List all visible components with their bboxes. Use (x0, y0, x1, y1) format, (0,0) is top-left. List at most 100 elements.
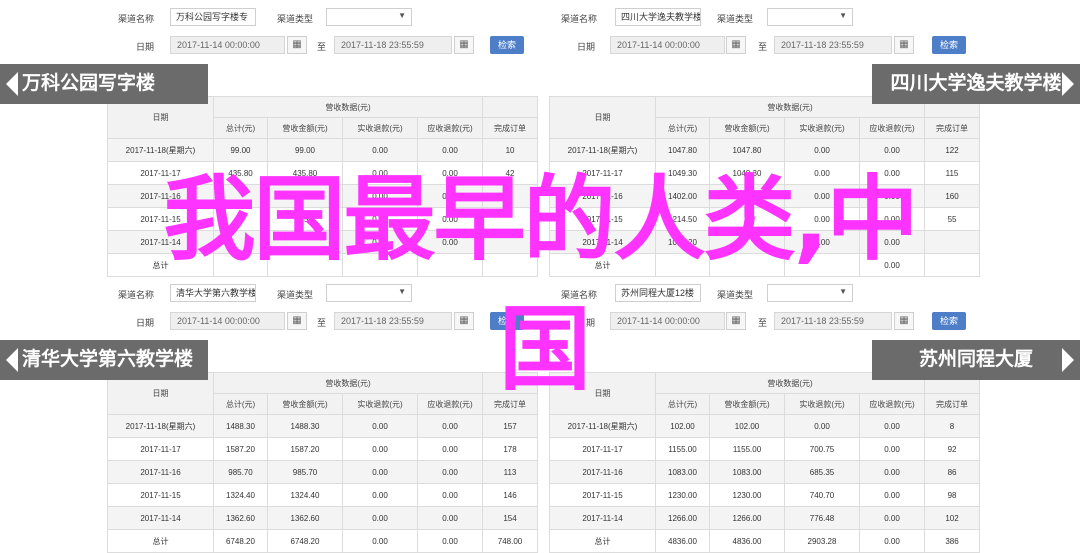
table-cell: 1047.80 (709, 138, 785, 162)
overlay-title-continued: 国 (498, 296, 591, 403)
date-to-input[interactable]: 2017-11-18 23:55:59 (334, 312, 452, 330)
table-cell: 总计 (549, 529, 656, 553)
calendar-icon[interactable]: ▦ (287, 312, 307, 330)
table-cell: 0.00 (342, 483, 418, 507)
arrow-right-icon (1062, 72, 1074, 96)
table-cell: 1230.00 (655, 483, 710, 507)
column-header-refund-amount: 实收退款(元) (342, 117, 418, 139)
date-label: 日期 (577, 42, 596, 52)
table-row: 2017-11-18(星期六) 1047.80 1047.80 0.00 0.00 122 (549, 138, 981, 162)
table-cell: 1047.80 (655, 138, 710, 162)
table-cell: 0.00 (342, 414, 418, 438)
column-header-orders: 完成订单 (482, 117, 539, 139)
table-cell: 1587.20 (213, 437, 268, 461)
table-cell: 102 (924, 506, 981, 530)
date-label: 日期 (136, 42, 155, 52)
arrow-left-icon (6, 72, 18, 96)
overlay-title: 我国最早的人类,中 (163, 166, 919, 273)
channel-name-label: 渠道名称 (561, 14, 598, 24)
calendar-icon[interactable]: ▦ (454, 36, 474, 54)
date-to-input[interactable]: 2017-11-18 23:55:59 (334, 36, 452, 54)
channel-type-label: 渠道类型 (277, 290, 314, 300)
date-to-input[interactable]: 2017-11-18 23:55:59 (774, 36, 892, 54)
table-cell: 2017-11-18(星期六) (107, 138, 214, 162)
table-cell: 2017-11-16 (549, 460, 656, 484)
channel-name-value: 万科公园写字楼专 (176, 12, 249, 22)
column-header-refund-receivable: 应收退款(元) (858, 393, 926, 415)
date-to-input[interactable]: 2017-11-18 23:55:59 (774, 312, 892, 330)
query-button[interactable]: 检索 (932, 312, 966, 330)
table-cell: 6748.20 (213, 529, 268, 553)
channel-name-input[interactable]: 苏州同程大厦12楼 (615, 284, 701, 302)
column-header-refund-amount: 实收退款(元) (784, 393, 860, 415)
channel-type-label: 渠道类型 (717, 14, 754, 24)
calendar-icon[interactable]: ▦ (726, 312, 746, 330)
channel-type-select[interactable]: ▼ (767, 8, 853, 26)
table-cell: 10 (482, 138, 539, 162)
table-cell: 985.70 (213, 460, 268, 484)
table-row: 2017-11-15 1230.00 1230.00 740.70 0.00 98 (549, 483, 981, 507)
column-header-total: 总计(元) (655, 117, 710, 139)
table-cell: 1266.00 (709, 506, 785, 530)
table-row: 2017-11-17 1155.00 1155.00 700.75 0.00 92 (549, 437, 981, 461)
calendar-icon[interactable]: ▦ (287, 36, 307, 54)
calendar-icon[interactable]: ▦ (894, 36, 914, 54)
chevron-down-icon: ▼ (398, 11, 406, 20)
column-header-refund-amount: 实收退款(元) (784, 117, 860, 139)
query-button[interactable]: 检索 (490, 36, 524, 54)
calendar-icon[interactable]: ▦ (894, 312, 914, 330)
calendar-icon[interactable]: ▦ (726, 36, 746, 54)
calendar-icon[interactable]: ▦ (454, 312, 474, 330)
table-cell: 2017-11-18(星期六) (107, 414, 214, 438)
section-banner-title: 四川大学逸夫教学楼 (890, 73, 1062, 94)
column-header-revenue-amount: 营收金额(元) (267, 393, 343, 415)
column-header-refund-receivable: 应收退款(元) (416, 393, 484, 415)
revenue-table: 日期 营收数据(元) 总计(元) 营收金额(元) 实收退款(元) 应收退款(元) 完成订单 2… (107, 372, 539, 553)
arrow-left-icon (6, 348, 18, 372)
table-cell: 0.00 (858, 414, 926, 438)
query-button[interactable]: 检索 (932, 36, 966, 54)
table-cell: 1155.00 (709, 437, 785, 461)
table-row: 2017-11-17 1587.20 1587.20 0.00 0.00 178 (107, 437, 539, 461)
column-header-refund-amount: 实收退款(元) (342, 393, 418, 415)
date-to-value: 2017-11-18 23:55:59 (781, 316, 864, 326)
date-from-input[interactable]: 2017-11-14 00:00:00 (170, 36, 285, 54)
channel-name-input[interactable]: 万科公园写字楼专 (170, 8, 256, 26)
column-header-total: 总计(元) (213, 393, 268, 415)
table-cell: 1155.00 (655, 437, 710, 461)
table-cell: 1488.30 (267, 414, 343, 438)
table-cell: 154 (482, 506, 539, 530)
table-cell: 1230.00 (709, 483, 785, 507)
revenue-table: 日期 营收数据(元) 总计(元) 营收金额(元) 实收退款(元) 应收退款(元) 完成订单 2… (549, 372, 981, 553)
date-from-input[interactable]: 2017-11-14 00:00:00 (610, 36, 725, 54)
table-row: 2017-11-14 1362.60 1362.60 0.00 0.00 154 (107, 506, 539, 530)
table-cell: 0.00 (342, 506, 418, 530)
table-row: 总计 4836.00 4836.00 2903.28 0.00 386 (549, 529, 981, 553)
column-header-blank (482, 96, 539, 118)
channel-name-value: 苏州同程大厦12楼 (621, 288, 695, 298)
table-cell: 8 (924, 414, 981, 438)
date-range-separator: 至 (317, 42, 327, 52)
table-cell: 1362.60 (213, 506, 268, 530)
channel-name-input[interactable]: 清华大学第六教学楼 (170, 284, 256, 302)
channel-type-select[interactable]: ▼ (326, 8, 412, 26)
date-from-input[interactable]: 2017-11-14 00:00:00 (610, 312, 725, 330)
table-cell: 748.00 (482, 529, 539, 553)
table-cell: 0.00 (858, 437, 926, 461)
table-row: 2017-11-15 1324.40 1324.40 0.00 0.00 146 (107, 483, 539, 507)
table-row: 2017-11-18(星期六) 102.00 102.00 0.00 0.00 8 (549, 414, 981, 438)
channel-type-select[interactable]: ▼ (326, 284, 412, 302)
column-group-header-revenue: 营收数据(元) (212, 372, 484, 394)
date-range-separator: 至 (758, 42, 768, 52)
table-cell: 113 (482, 460, 539, 484)
section-banner-title: 清华大学第六教学楼 (22, 349, 194, 370)
table-cell: 1362.60 (267, 506, 343, 530)
column-group-header-revenue: 营收数据(元) (212, 96, 484, 118)
table-cell: 0.00 (416, 414, 484, 438)
channel-type-select[interactable]: ▼ (767, 284, 853, 302)
table-cell: 740.70 (784, 483, 860, 507)
table-row: 2017-11-18(星期六) 99.00 99.00 0.00 0.00 10 (107, 138, 539, 162)
table-cell: 2017-11-14 (107, 506, 214, 530)
date-from-input[interactable]: 2017-11-14 00:00:00 (170, 312, 285, 330)
channel-name-input[interactable]: 四川大学逸夫教学楼 (615, 8, 701, 26)
